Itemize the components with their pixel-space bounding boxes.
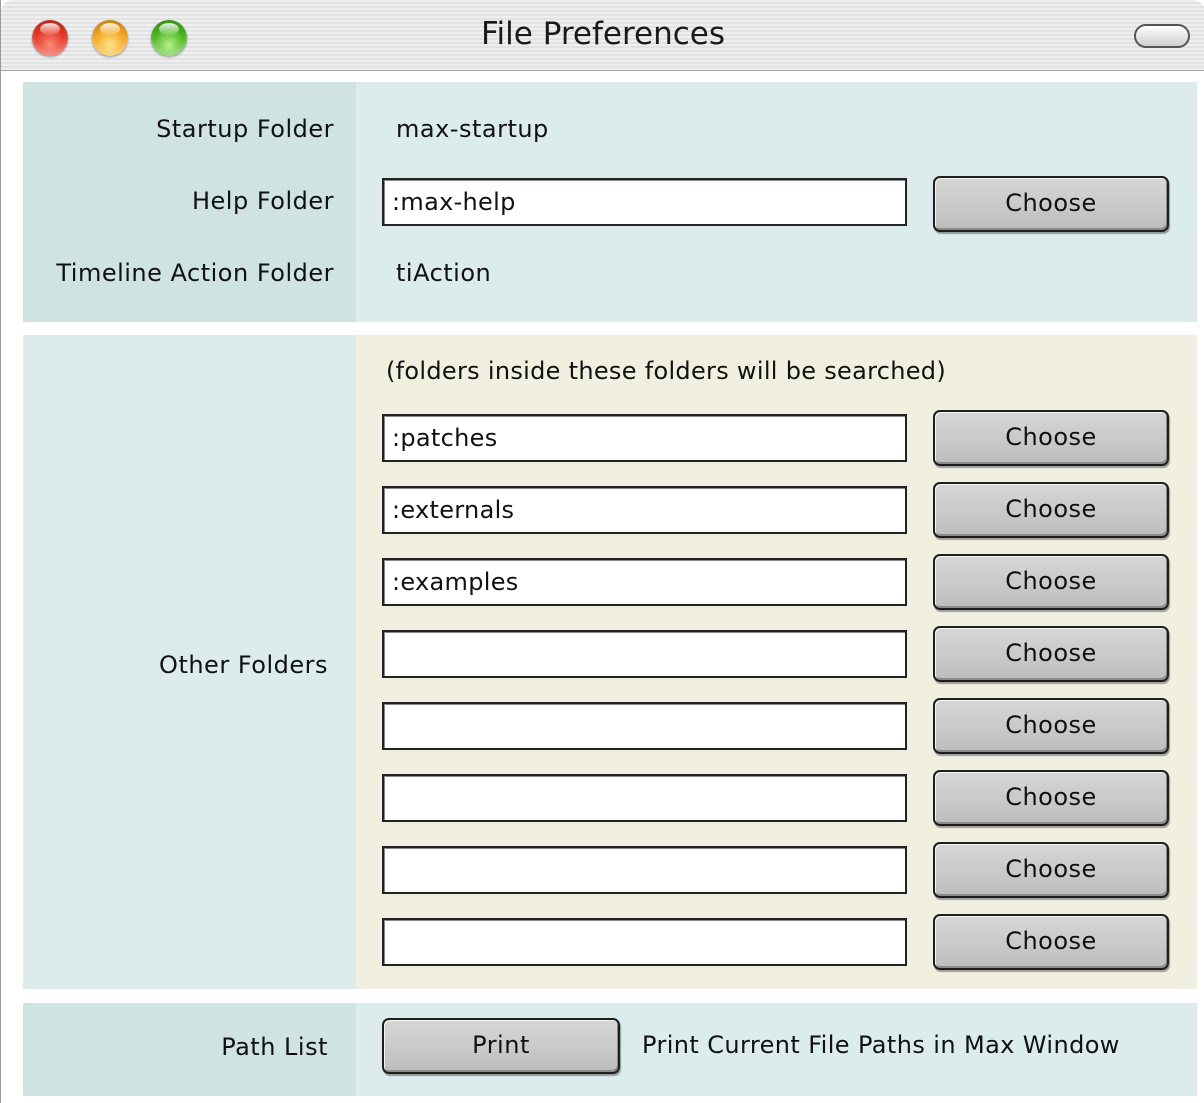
other-folders-label: Other Folders [159, 651, 328, 679]
other-folder-choose-button-3[interactable]: Choose [933, 554, 1169, 610]
other-folder-field-3[interactable]: :examples [382, 558, 907, 606]
timeline-action-folder-value: tiAction [396, 259, 492, 287]
path-list-content: Print Print Current File Paths in Max Wi… [356, 1003, 1197, 1096]
main-folders-content: max-startup :max-help Choose tiAction [356, 82, 1197, 322]
main-folders-label-column: Startup Folder Help Folder Timeline Acti… [23, 82, 356, 322]
other-folder-field-2[interactable]: :externals [382, 486, 907, 534]
other-folder-choose-button-6[interactable]: Choose [933, 770, 1169, 826]
other-folders-hint: (folders inside these folders will be se… [386, 357, 947, 385]
other-folder-choose-button-1[interactable]: Choose [933, 410, 1169, 466]
other-folder-field-8[interactable] [382, 918, 907, 966]
path-list-label-column: Path List [23, 1003, 356, 1096]
file-preferences-window: File Preferences Startup Folder Help Fol… [0, 0, 1204, 1103]
help-folder-field[interactable]: :max-help [382, 178, 907, 226]
other-folders-content: (folders inside these folders will be se… [356, 335, 1197, 989]
other-folder-choose-button-7[interactable]: Choose [933, 842, 1169, 898]
other-folder-field-7[interactable] [382, 846, 907, 894]
title-bar[interactable]: File Preferences [1, 0, 1204, 71]
path-list-label: Path List [221, 1033, 328, 1061]
other-folder-choose-button-4[interactable]: Choose [933, 626, 1169, 682]
other-folders-panel: Other Folders (folders inside these fold… [23, 335, 1197, 989]
other-folder-field-5[interactable] [382, 702, 907, 750]
help-folder-choose-button[interactable]: Choose [933, 176, 1169, 232]
other-folder-choose-button-8[interactable]: Choose [933, 914, 1169, 970]
other-folder-field-1[interactable]: :patches [382, 414, 907, 462]
timeline-action-folder-label: Timeline Action Folder [56, 259, 334, 287]
startup-folder-value: max-startup [396, 115, 549, 143]
startup-folder-label: Startup Folder [156, 115, 334, 143]
other-folder-field-6[interactable] [382, 774, 907, 822]
path-list-panel: Path List Print Print Current File Paths… [23, 1003, 1197, 1096]
other-folder-field-4[interactable] [382, 630, 907, 678]
print-button[interactable]: Print [382, 1018, 620, 1074]
help-folder-label: Help Folder [191, 187, 334, 215]
other-folder-choose-button-2[interactable]: Choose [933, 482, 1169, 538]
print-description: Print Current File Paths in Max Window [642, 1031, 1120, 1059]
toolbar-toggle-icon[interactable] [1134, 24, 1190, 48]
main-folders-panel: Startup Folder Help Folder Timeline Acti… [23, 82, 1197, 322]
other-folders-label-column: Other Folders [23, 335, 356, 989]
other-folder-choose-button-5[interactable]: Choose [933, 698, 1169, 754]
window-title: File Preferences [480, 16, 726, 52]
